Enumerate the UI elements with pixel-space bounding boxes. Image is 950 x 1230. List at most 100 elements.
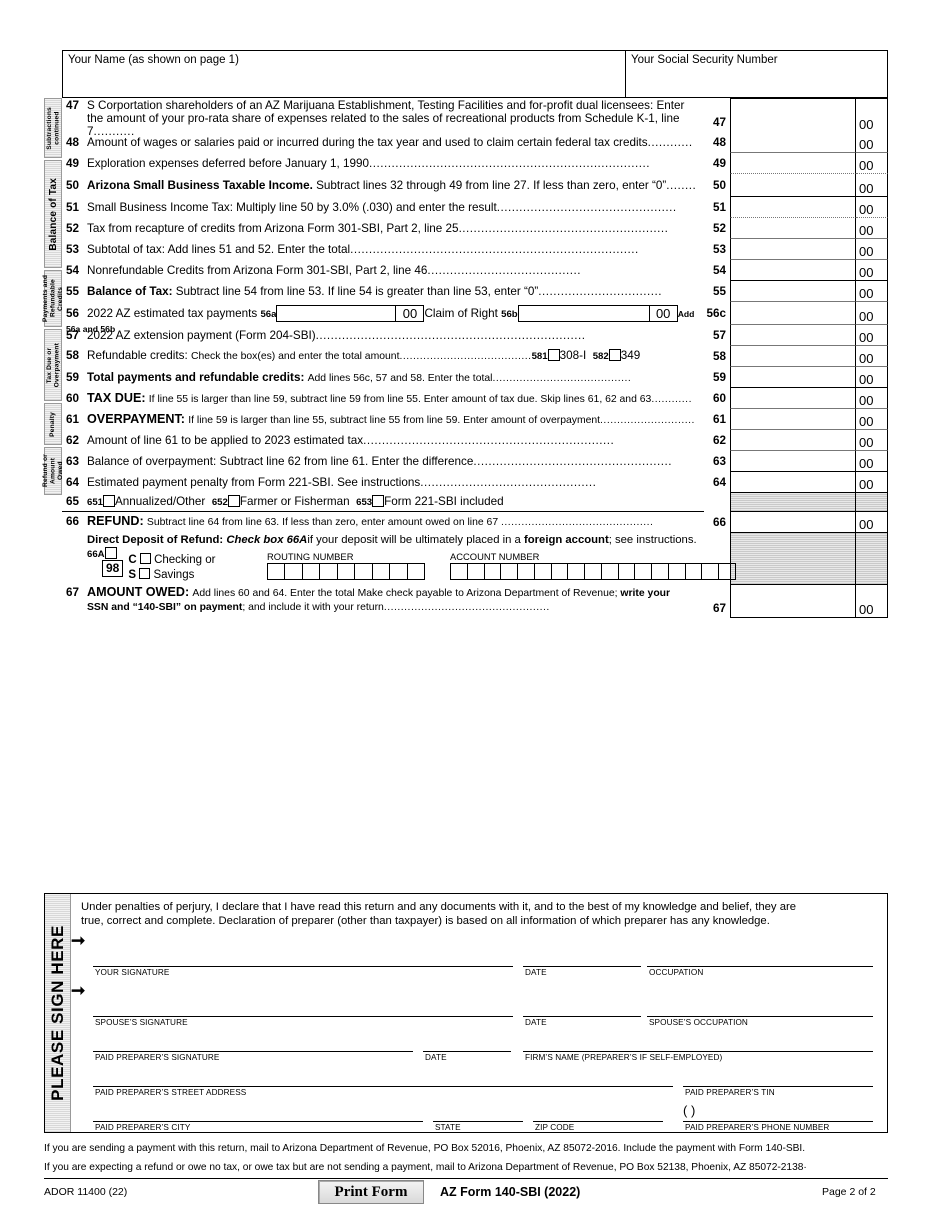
amount-input-47[interactable] bbox=[730, 98, 856, 132]
amount-input-56b[interactable]: 00 bbox=[517, 305, 678, 322]
account-number-input[interactable] bbox=[450, 563, 736, 580]
char-cell[interactable] bbox=[652, 564, 669, 579]
firm-name-line[interactable] bbox=[523, 1051, 873, 1052]
spouse-signature-line[interactable] bbox=[93, 1016, 513, 1017]
char-cell[interactable] bbox=[303, 564, 321, 579]
char-cell[interactable] bbox=[585, 564, 602, 579]
amount-input-63[interactable] bbox=[730, 451, 856, 472]
char-cell[interactable] bbox=[373, 564, 391, 579]
char-cell[interactable] bbox=[719, 564, 735, 579]
date-line-3[interactable] bbox=[423, 1051, 511, 1052]
line-ref-57: 57 bbox=[712, 329, 726, 342]
amount-input-67[interactable] bbox=[730, 585, 856, 618]
amount-input-48[interactable] bbox=[730, 132, 856, 153]
amount-input-66[interactable] bbox=[730, 512, 856, 533]
amount-input-62[interactable] bbox=[730, 430, 856, 451]
amount-input-60[interactable] bbox=[730, 388, 856, 409]
amount-input-51[interactable] bbox=[730, 197, 856, 218]
char-cell[interactable] bbox=[468, 564, 485, 579]
char-cell[interactable] bbox=[669, 564, 686, 579]
checkbox-581[interactable] bbox=[547, 349, 560, 361]
char-cell[interactable] bbox=[568, 564, 586, 579]
line-ref-49: 49 bbox=[712, 157, 726, 170]
your-signature-line[interactable] bbox=[93, 966, 513, 967]
char-cell[interactable] bbox=[552, 564, 569, 579]
line-number: 48 bbox=[66, 136, 80, 149]
line-number: 66 bbox=[66, 515, 80, 528]
ssn-field[interactable]: Your Social Security Number bbox=[626, 51, 887, 97]
amount-input-55[interactable] bbox=[730, 281, 856, 302]
char-cell[interactable] bbox=[501, 564, 519, 579]
cents-59: 00 bbox=[856, 367, 888, 388]
preparer-phone-line[interactable] bbox=[683, 1121, 873, 1122]
char-cell[interactable] bbox=[535, 564, 552, 579]
line-ref-56c: 56c bbox=[706, 307, 726, 320]
char-cell[interactable] bbox=[285, 564, 303, 579]
line-49-desc: 49 Exploration expenses deferred before J… bbox=[66, 157, 651, 170]
char-cell[interactable] bbox=[408, 564, 424, 579]
char-cell[interactable] bbox=[485, 564, 502, 579]
preparer-phone-caption: PAID PREPARER’S PHONE NUMBER bbox=[685, 1123, 830, 1132]
line-number: 59 bbox=[66, 371, 80, 384]
date-line-2[interactable] bbox=[523, 1016, 641, 1017]
amount-input-59[interactable] bbox=[730, 367, 856, 388]
zip-line[interactable] bbox=[533, 1121, 663, 1122]
amount-input-52[interactable] bbox=[730, 218, 856, 239]
preparer-city-line[interactable] bbox=[93, 1121, 423, 1122]
char-cell[interactable] bbox=[702, 564, 720, 579]
cents-52: 00 bbox=[856, 218, 888, 239]
mailing-instruction-1: If you are sending a payment with this r… bbox=[44, 1143, 806, 1154]
char-cell[interactable] bbox=[635, 564, 653, 579]
char-cell[interactable] bbox=[268, 564, 286, 579]
preparer-tin-line[interactable] bbox=[683, 1086, 873, 1087]
char-cell[interactable] bbox=[686, 564, 703, 579]
preparer-address-line[interactable] bbox=[93, 1086, 673, 1087]
section-tabs: Subtractions continued Balance of Tax Pa… bbox=[42, 98, 64, 497]
checkbox-savings[interactable] bbox=[139, 568, 151, 579]
line-66-text: Subtract line 64 from line 63. If less t… bbox=[146, 517, 501, 528]
checkbox-checking[interactable] bbox=[139, 553, 151, 564]
line-54-text: Nonrefundable Credits from Arizona Form … bbox=[87, 264, 428, 277]
char-cell[interactable] bbox=[518, 564, 535, 579]
direct-deposit-text-end: ; see instructions. bbox=[608, 534, 697, 546]
occupation-line[interactable] bbox=[647, 966, 873, 967]
checkbox-653[interactable] bbox=[372, 495, 385, 507]
preparer-signature-line[interactable] bbox=[93, 1051, 413, 1052]
print-form-button[interactable]: Print Form bbox=[318, 1180, 424, 1204]
amount-input-53[interactable] bbox=[730, 239, 856, 260]
char-cell[interactable] bbox=[602, 564, 619, 579]
char-cell[interactable] bbox=[320, 564, 338, 579]
checkbox-651[interactable] bbox=[103, 495, 116, 507]
amount-input-56c[interactable] bbox=[730, 302, 856, 325]
date-caption-2: DATE bbox=[525, 1018, 547, 1027]
line-52-text: Tax from recapture of credits from Arizo… bbox=[87, 222, 459, 235]
char-cell[interactable] bbox=[355, 564, 373, 579]
line-67-text: Add lines 60 and 64. Enter the total Mak… bbox=[192, 588, 621, 599]
char-cell[interactable] bbox=[390, 564, 408, 579]
char-cell[interactable] bbox=[619, 564, 636, 579]
amount-input-58[interactable] bbox=[730, 346, 856, 367]
char-cell[interactable] bbox=[451, 564, 468, 579]
name-field[interactable]: Your Name (as shown on page 1) bbox=[63, 51, 626, 97]
amount-input-64[interactable] bbox=[730, 472, 856, 493]
line-ref-60: 60 bbox=[712, 392, 726, 405]
amount-input-57[interactable] bbox=[730, 325, 856, 346]
line-59-desc: 59 Total payments and refundable credits:… bbox=[66, 371, 632, 384]
amount-input-49[interactable] bbox=[730, 153, 856, 174]
direct-deposit-row: Direct Deposit of Refund: Check box 66Ai… bbox=[62, 533, 888, 585]
amount-input-50[interactable] bbox=[730, 174, 856, 197]
checkbox-651-label: Annualized/Other bbox=[115, 495, 206, 508]
table-row: 59 Total payments and refundable credits:… bbox=[62, 367, 888, 388]
amount-input-61[interactable] bbox=[730, 409, 856, 430]
checkbox-652[interactable] bbox=[227, 495, 240, 507]
date-line-1[interactable] bbox=[523, 966, 641, 967]
state-line[interactable] bbox=[433, 1121, 523, 1122]
line-49-text: Exploration expenses deferred before Jan… bbox=[87, 157, 369, 170]
amount-input-54[interactable] bbox=[730, 260, 856, 281]
checkbox-582[interactable] bbox=[608, 349, 621, 361]
routing-number-input[interactable] bbox=[267, 563, 425, 580]
table-row: 66 REFUND: Subtract line 64 from line 63.… bbox=[62, 512, 888, 533]
amount-input-56a[interactable]: 00 bbox=[276, 305, 425, 322]
char-cell[interactable] bbox=[338, 564, 356, 579]
spouse-occupation-line[interactable] bbox=[647, 1016, 873, 1017]
